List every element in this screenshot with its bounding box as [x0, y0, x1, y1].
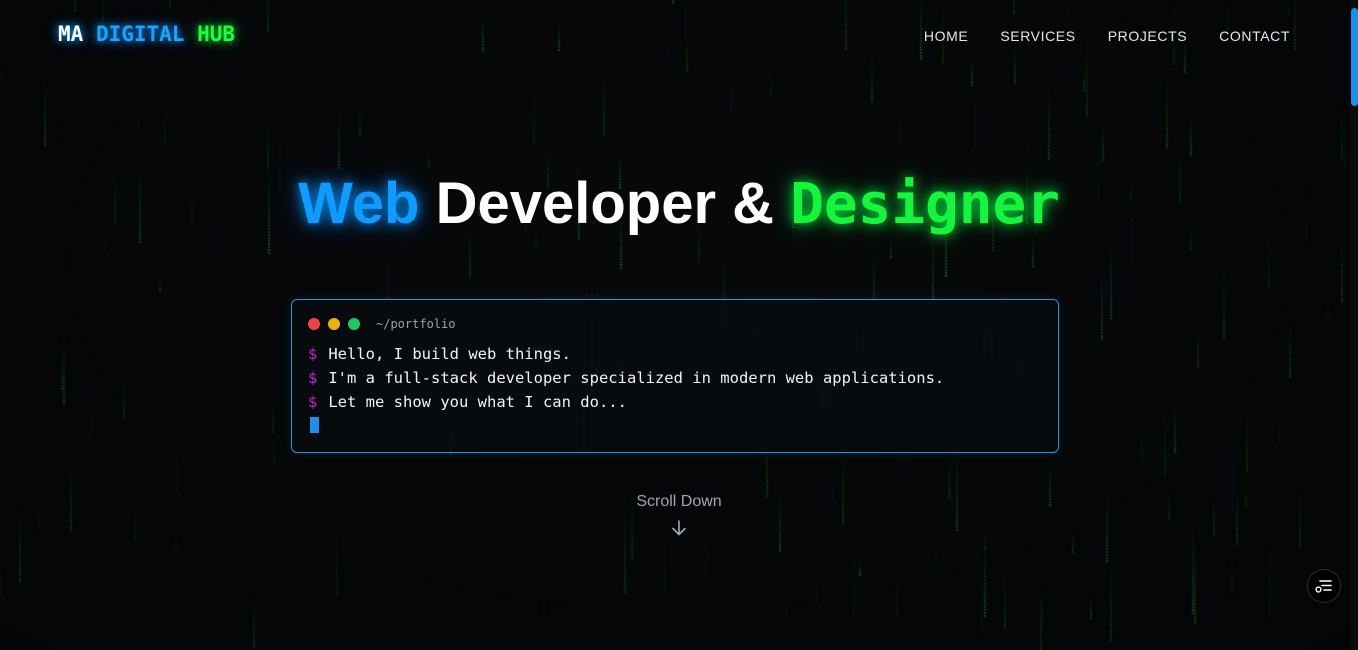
hero-title: Web Developer & Designer — [0, 166, 1358, 243]
terminal-line: $ Let me show you what I can do... — [308, 390, 944, 414]
hero-title-designer: Designer — [790, 172, 1060, 237]
scrollbar-thumb[interactable] — [1351, 8, 1358, 106]
hero-title-web: Web — [298, 171, 420, 236]
page-scrollbar[interactable] — [1350, 0, 1358, 650]
prompt-symbol: $ — [308, 345, 318, 363]
minimize-dot-icon — [328, 318, 340, 330]
logo-part-ma: MA — [58, 22, 84, 46]
hero-title-developer: Developer & — [435, 171, 775, 236]
terminal-line: $ I'm a full-stack developer specialized … — [308, 366, 944, 390]
terminal-titlebar: ~/portfolio — [308, 317, 455, 331]
terminal-output: $ Hello, I build web things. $ I'm a full-… — [308, 342, 944, 414]
prompt-symbol: $ — [308, 393, 318, 411]
nav-contact[interactable]: CONTACT — [1219, 28, 1290, 44]
site-header: MA DIGITAL HUB HOME SERVICES PROJECTS CO… — [0, 0, 1358, 72]
main-nav: HOME SERVICES PROJECTS CONTACT — [924, 28, 1290, 44]
terminal-line-text: Hello, I build web things. — [328, 345, 571, 363]
prompt-symbol: $ — [308, 369, 318, 387]
settings-toggle-button[interactable] — [1307, 569, 1341, 603]
maximize-dot-icon — [348, 318, 360, 330]
scroll-down-label: Scroll Down — [636, 493, 722, 510]
nav-home[interactable]: HOME — [924, 28, 968, 44]
close-dot-icon — [308, 318, 320, 330]
terminal-line: $ Hello, I build web things. — [308, 342, 944, 366]
scroll-down-indicator[interactable]: Scroll Down — [0, 493, 1358, 537]
site-logo[interactable]: MA DIGITAL HUB — [58, 22, 235, 46]
nav-services[interactable]: SERVICES — [1000, 28, 1075, 44]
terminal-line-text: Let me show you what I can do... — [328, 393, 627, 411]
settings-toggle-icon — [1315, 580, 1332, 593]
terminal-path: ~/portfolio — [376, 317, 456, 331]
terminal-window: ~/portfolio $ Hello, I build web things. … — [291, 299, 1059, 453]
logo-part-hub: HUB — [197, 22, 236, 46]
arrow-down-icon — [672, 520, 686, 536]
terminal-line-text: I'm a full-stack developer specialized i… — [328, 369, 945, 387]
nav-projects[interactable]: PROJECTS — [1108, 28, 1187, 44]
logo-part-digital: DIGITAL — [95, 22, 185, 46]
terminal-cursor — [310, 417, 319, 433]
